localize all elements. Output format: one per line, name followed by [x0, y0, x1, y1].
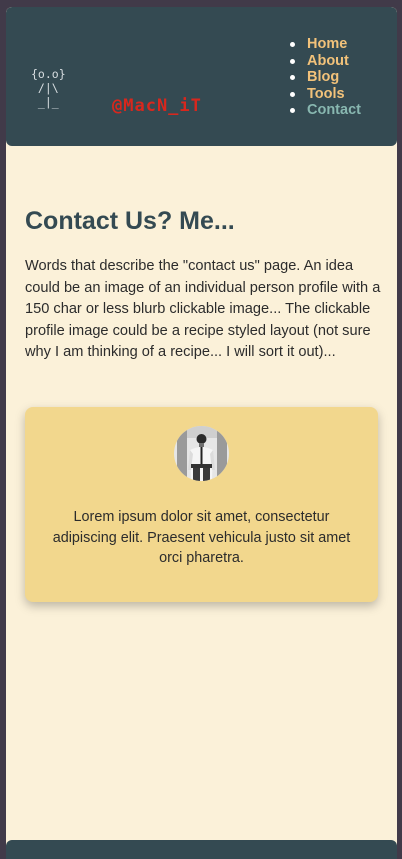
nav-link-blog[interactable]: Blog: [307, 69, 339, 85]
page-title: Contact Us? Me...: [25, 207, 235, 235]
intro-paragraph: Words that describe the "contact us" pag…: [25, 258, 381, 360]
nav-item-contact: Contact: [289, 102, 361, 119]
page-frame: {o.o} /|\ _|_ @MacN_iT Home About Blog T…: [6, 7, 397, 859]
site-header: {o.o} /|\ _|_ @MacN_iT Home About Blog T…: [6, 7, 397, 146]
nav-link-home[interactable]: Home: [307, 36, 347, 52]
nav-link-tools[interactable]: Tools: [307, 86, 345, 102]
brand-link[interactable]: @MacN_iT: [112, 96, 202, 116]
main-nav: Home About Blog Tools Contact: [289, 36, 361, 119]
person-avatar-icon: [174, 426, 229, 481]
nav-item-home: Home: [289, 36, 361, 53]
profile-avatar[interactable]: [174, 426, 229, 481]
nav-item-about: About: [289, 53, 361, 70]
nav-item-tools: Tools: [289, 86, 361, 103]
nav-item-blog: Blog: [289, 69, 361, 86]
nav-link-about[interactable]: About: [307, 53, 349, 69]
profile-blurb: Lorem ipsum dolor sit amet, consectetur …: [52, 509, 351, 566]
profile-card: Lorem ipsum dolor sit amet, consectetur …: [25, 407, 378, 602]
site-footer: [6, 840, 397, 859]
ascii-logo: {o.o} /|\ _|_: [31, 67, 66, 109]
nav-link-contact[interactable]: Contact: [307, 102, 361, 118]
